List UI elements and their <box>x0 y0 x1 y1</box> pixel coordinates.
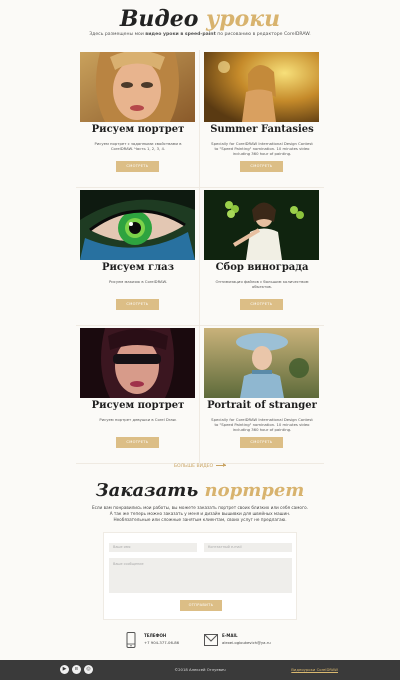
order-title-dark: Заказать <box>95 480 199 501</box>
more-videos-link[interactable]: БОЛЬШЕ ВИДЕО <box>0 463 400 469</box>
watch-button[interactable]: СМОТРЕТЬ <box>116 437 159 448</box>
lesson-description: Specially for CorelDRAW International De… <box>211 141 313 156</box>
lesson-thumbnail[interactable] <box>80 52 195 122</box>
lesson-thumbnail[interactable] <box>204 328 319 398</box>
footer-link[interactable]: Видеоуроки CorelDRAW <box>291 667 338 672</box>
name-input[interactable]: Ваше имя <box>109 543 197 552</box>
submit-button[interactable]: ОТПРАВИТЬ <box>180 600 222 611</box>
lesson-card: Рисуем портрет Рисуем портрет девушки в … <box>76 326 200 464</box>
phone-value[interactable]: +7 904-377-06-86 <box>144 640 179 645</box>
lesson-description: Рисуем портрет девушки в Corel Draw. <box>99 417 177 422</box>
copyright: ©2018 Алексей Оглуевич <box>174 667 226 672</box>
watch-button[interactable]: СМОТРЕТЬ <box>240 437 283 448</box>
lesson-card: Рисуем глаз Рисуем макияж в CorelDRAW. С… <box>76 188 200 326</box>
lesson-thumbnail[interactable] <box>80 328 195 398</box>
title-part-gold: уроки <box>206 6 281 32</box>
lesson-description: Рисуем макияж в CorelDRAW. <box>109 279 167 284</box>
watch-button[interactable]: СМОТРЕТЬ <box>240 161 283 172</box>
lesson-title: Summer Fantasies <box>210 124 314 135</box>
more-videos-label: БОЛЬШЕ ВИДЕО <box>173 464 214 469</box>
lesson-card: Рисуем портрет Рисуем портрет с заданным… <box>76 50 200 188</box>
subtitle-bold: видео уроки в speed-paint <box>145 32 216 37</box>
lesson-title: Рисуем глаз <box>102 262 174 273</box>
order-description: Если вам понравились мои работы, вы може… <box>60 505 340 523</box>
message-textarea[interactable]: Ваше сообщение <box>109 558 292 593</box>
watch-button[interactable]: СМОТРЕТЬ <box>116 299 159 310</box>
lesson-card: Сбор винограда Оптимизация файлов с боль… <box>200 188 324 326</box>
watch-button[interactable]: СМОТРЕТЬ <box>240 299 283 310</box>
subtitle-text: Здесь размещены мои <box>89 32 146 37</box>
email-label: E-MAIL <box>222 633 238 638</box>
lesson-title: Рисуем портрет <box>91 400 185 411</box>
lesson-title: Рисуем портрет <box>91 124 185 135</box>
phone-label: ТЕЛЕФОН <box>144 633 167 638</box>
page: Видео уроки Здесь размещены мои видео ур… <box>0 0 400 680</box>
order-text-line: Необязательные или сложные занятым клиен… <box>113 517 287 522</box>
lesson-thumbnail[interactable] <box>80 190 195 260</box>
order-form: Ваше имя Контактный e-mail Ваше сообщени… <box>103 532 297 620</box>
lesson-title: Portrait of stranger <box>207 400 317 411</box>
lesson-card: Portrait of stranger Specially for Corel… <box>200 326 324 464</box>
footer: ▶ в ◎ ©2018 Алексей Оглуевич Видеоуроки … <box>0 660 400 680</box>
page-subtitle: Здесь размещены мои видео уроки в speed-… <box>0 32 400 37</box>
envelope-icon <box>204 634 218 646</box>
arrow-right-icon <box>216 463 227 467</box>
lesson-card: Summer Fantasies Specially for CorelDRAW… <box>200 50 324 188</box>
email-input[interactable]: Контактный e-mail <box>204 543 292 552</box>
lesson-thumbnail[interactable] <box>204 52 319 122</box>
title-part-dark: Видео <box>119 6 199 32</box>
lesson-description: Оптимизация файлов с большим количеством… <box>215 279 309 289</box>
lesson-title: Сбор винограда <box>215 262 309 273</box>
lesson-description: Specially for CorelDRAW International De… <box>211 417 313 432</box>
order-title: Заказать портрет <box>0 480 400 501</box>
email-value[interactable]: alexei.ogloukevich@ya.ru <box>222 640 271 645</box>
subtitle-text-end: по рисованию в редакторе CorelDRAW. <box>215 32 311 37</box>
lesson-thumbnail[interactable] <box>204 190 319 260</box>
watch-button[interactable]: СМОТРЕТЬ <box>116 161 159 172</box>
phone-icon <box>126 632 136 648</box>
order-title-gold: портрет <box>204 480 305 501</box>
lesson-description: Рисуем портрет с заданными свойствами в … <box>94 141 182 151</box>
page-title: Видео уроки <box>0 6 400 32</box>
